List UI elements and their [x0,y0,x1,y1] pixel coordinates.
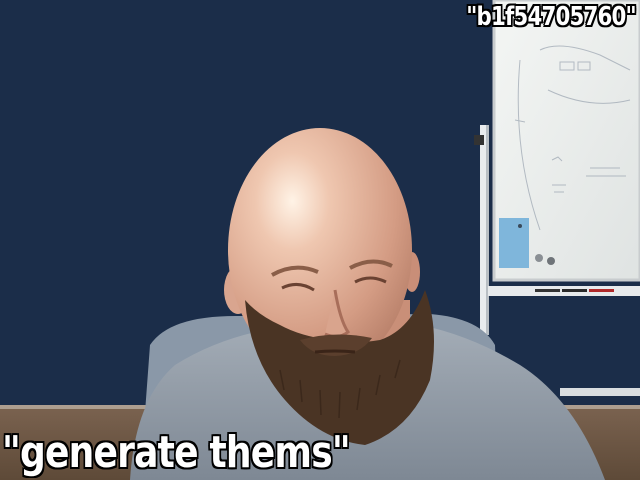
sticky-note [499,218,529,268]
caption-bottom-subtitle: "generate thems" [2,427,351,478]
whiteboard-stand-bottom [560,388,640,396]
webcam-scene [0,0,640,480]
caption-top-id: "b1f54705760" [466,2,636,32]
webcam-frame: "b1f54705760" "generate thems" [0,0,640,480]
